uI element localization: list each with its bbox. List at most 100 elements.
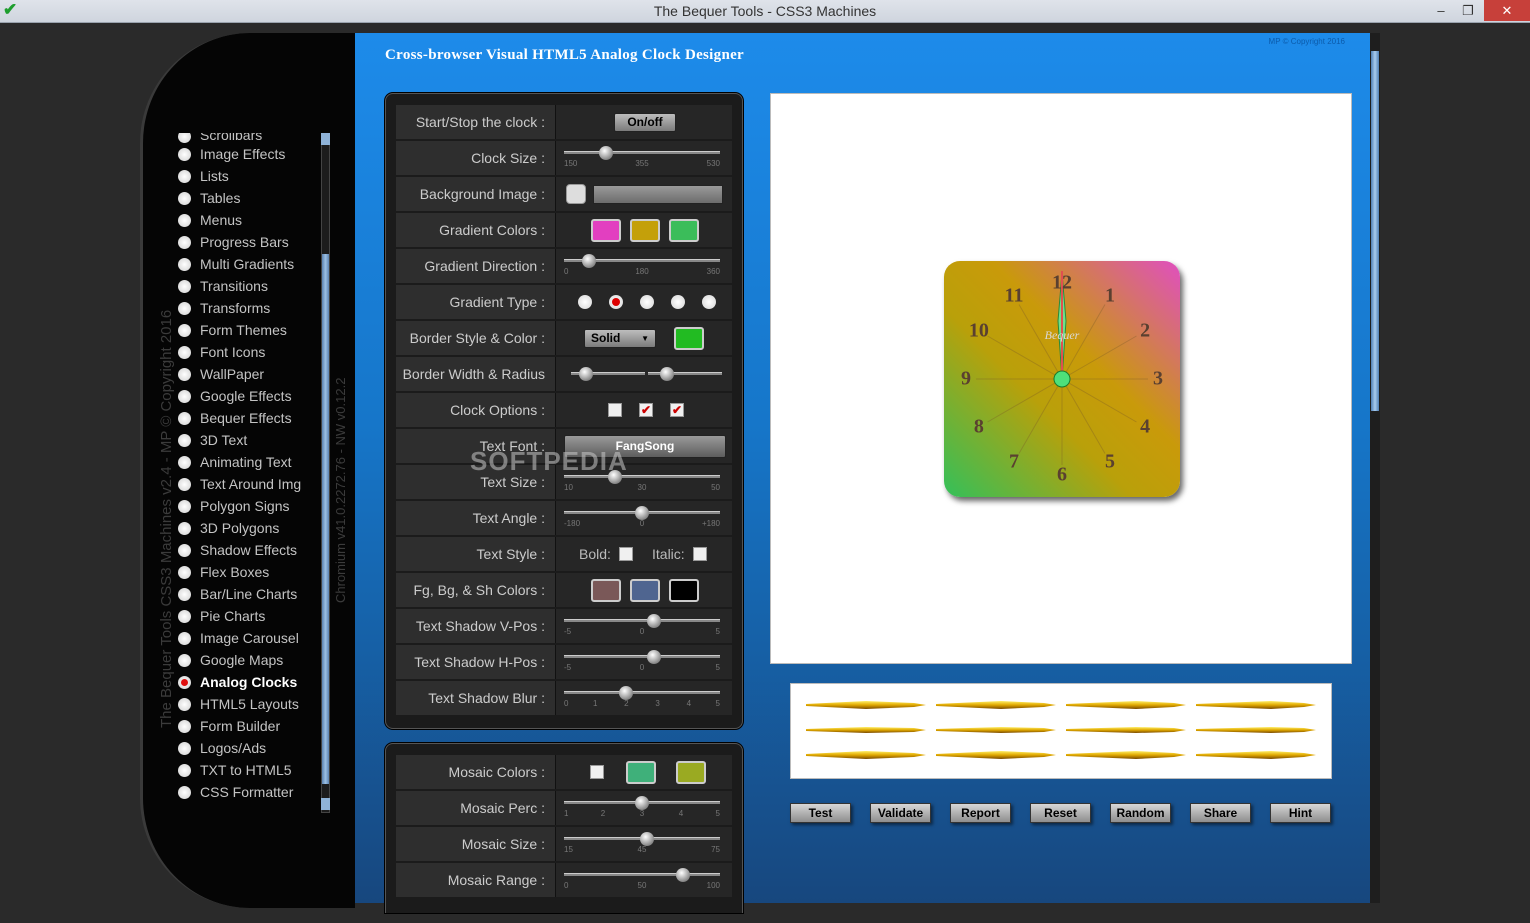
slider-knob[interactable]	[647, 650, 662, 664]
color-swatch[interactable]	[591, 219, 621, 242]
text-angle-slider[interactable]: -180 0 +180	[556, 501, 732, 535]
onoff-button[interactable]: On/off	[614, 113, 676, 132]
scroll-down-arrow[interactable]	[321, 798, 330, 810]
random-button[interactable]: Random	[1110, 803, 1171, 823]
border-width-slider[interactable]	[571, 367, 645, 381]
gradient-type-radio[interactable]	[640, 295, 654, 309]
sidebar-item[interactable]: Form Themes	[178, 319, 318, 341]
minimize-button[interactable]: –	[1430, 0, 1452, 21]
sidebar-item[interactable]: Animating Text	[178, 451, 318, 473]
sidebar-item[interactable]: Image Carousel	[178, 627, 318, 649]
color-swatch[interactable]	[630, 579, 660, 602]
slider-knob[interactable]	[639, 832, 654, 846]
border-color-swatch[interactable]	[674, 327, 704, 350]
shadow-h-slider[interactable]: -5 0 5	[556, 645, 732, 679]
color-swatch[interactable]	[676, 761, 706, 784]
shadow-blur-slider[interactable]: 0 1 2 3 4 5	[556, 681, 732, 715]
slider-track[interactable]	[564, 796, 720, 810]
slider-track[interactable]	[564, 868, 720, 882]
arrow-style-option[interactable]	[806, 750, 926, 760]
arrow-style-option[interactable]	[1196, 725, 1316, 735]
color-swatch[interactable]	[630, 219, 660, 242]
slider-track[interactable]	[564, 832, 720, 846]
slider-knob[interactable]	[619, 686, 634, 700]
color-swatch[interactable]	[669, 219, 699, 242]
arrow-style-option[interactable]	[1066, 725, 1186, 735]
test-button[interactable]: Test	[790, 803, 851, 823]
scroll-up-arrow[interactable]	[321, 133, 330, 145]
sidebar-item[interactable]: Transitions	[178, 275, 318, 297]
slider-track[interactable]	[564, 650, 720, 664]
sidebar-item[interactable]: Shadow Effects	[178, 539, 318, 561]
gradient-type-radio[interactable]	[671, 295, 685, 309]
sidebar-item[interactable]: Google Maps	[178, 649, 318, 671]
slider-knob[interactable]	[659, 367, 674, 381]
mosaic-range-slider[interactable]: 0 50 100	[556, 863, 732, 897]
share-button[interactable]: Share	[1190, 803, 1251, 823]
mosaic-size-slider[interactable]: 15 45 75	[556, 827, 732, 861]
arrow-style-option[interactable]	[806, 700, 926, 710]
border-radius-slider[interactable]	[648, 367, 722, 381]
maximize-button[interactable]: ❐	[1455, 0, 1481, 21]
reset-button[interactable]: Reset	[1030, 803, 1091, 823]
sidebar-item[interactable]: Progress Bars	[178, 231, 318, 253]
slider-track[interactable]	[564, 254, 720, 268]
slider-knob[interactable]	[635, 506, 649, 520]
gradient-direction-slider[interactable]: 0 180 360	[556, 249, 732, 283]
slider-track[interactable]	[564, 686, 720, 700]
arrow-style-option[interactable]	[936, 725, 1056, 735]
sidebar-item[interactable]: 3D Text	[178, 429, 318, 451]
slider-knob[interactable]	[599, 146, 614, 160]
slider-track[interactable]	[564, 614, 720, 628]
slider-knob[interactable]	[581, 254, 596, 268]
main-scroll-thumb[interactable]	[1371, 51, 1379, 411]
color-swatch[interactable]	[669, 579, 699, 602]
color-swatch[interactable]	[626, 761, 656, 784]
sidebar-item[interactable]: Google Effects	[178, 385, 318, 407]
slider-knob[interactable]	[635, 796, 649, 810]
arrow-style-option[interactable]	[1066, 750, 1186, 760]
sidebar-item[interactable]: Text Around Img	[178, 473, 318, 495]
sidebar-item[interactable]: TXT to HTML5	[178, 759, 318, 781]
arrow-style-option[interactable]	[1196, 700, 1316, 710]
sidebar-item[interactable]: CSS Formatter	[178, 781, 318, 803]
clock-option-checkbox[interactable]	[608, 403, 622, 417]
arrow-style-option[interactable]	[1196, 750, 1316, 760]
sidebar-item[interactable]: Form Builder	[178, 715, 318, 737]
hint-button[interactable]: Hint	[1270, 803, 1331, 823]
gradient-type-radio[interactable]	[702, 295, 716, 309]
main-scrollbar[interactable]	[1370, 33, 1380, 903]
sidebar-item[interactable]: Image Effects	[178, 143, 318, 165]
close-button[interactable]: ✕	[1484, 0, 1530, 21]
sidebar-item[interactable]: Polygon Signs	[178, 495, 318, 517]
sidebar-item[interactable]: Bequer Effects	[178, 407, 318, 429]
slider-track[interactable]	[564, 506, 720, 520]
sidebar-item[interactable]: Lists	[178, 165, 318, 187]
sidebar-item[interactable]: Flex Boxes	[178, 561, 318, 583]
arrow-style-option[interactable]	[936, 700, 1056, 710]
sidebar-item[interactable]: Tables	[178, 187, 318, 209]
sidebar-item[interactable]: WallPaper	[178, 363, 318, 385]
mosaic-checkbox[interactable]	[590, 765, 604, 779]
sidebar-item[interactable]: Transforms	[178, 297, 318, 319]
gradient-type-radio[interactable]	[609, 295, 623, 309]
slider-knob[interactable]	[647, 614, 662, 628]
sidebar-item[interactable]: Menus	[178, 209, 318, 231]
sidebar-item[interactable]: Logos/Ads	[178, 737, 318, 759]
slider-knob[interactable]	[578, 367, 593, 381]
clock-option-checkbox[interactable]: ✔	[670, 403, 684, 417]
sidebar-item[interactable]: Analog Clocks	[178, 671, 318, 693]
clock-option-checkbox[interactable]: ✔	[639, 403, 653, 417]
gradient-type-radio[interactable]	[578, 295, 592, 309]
sidebar-item[interactable]: Bar/Line Charts	[178, 583, 318, 605]
italic-checkbox[interactable]	[693, 547, 707, 561]
bg-image-input[interactable]	[593, 185, 723, 204]
arrow-style-option[interactable]	[936, 750, 1056, 760]
slider-track[interactable]	[564, 146, 720, 160]
validate-button[interactable]: Validate	[870, 803, 931, 823]
arrow-style-option[interactable]	[1066, 700, 1186, 710]
report-button[interactable]: Report	[950, 803, 1011, 823]
clock-size-slider[interactable]: 150 355 530	[556, 141, 732, 175]
sidebar-item[interactable]: Multi Gradients	[178, 253, 318, 275]
sidebar-item[interactable]: Font Icons	[178, 341, 318, 363]
